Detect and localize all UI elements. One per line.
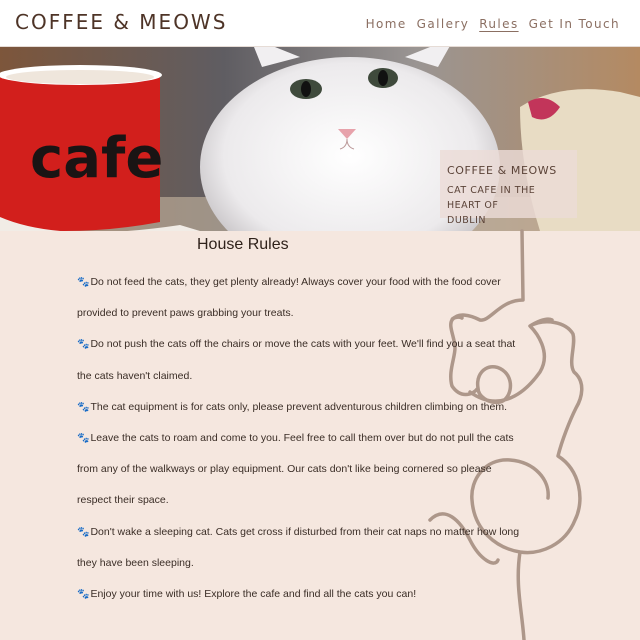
rule-item: 🐾Do not feed the cats, they get plenty a… [77, 267, 527, 329]
paw-icon: 🐾 [77, 401, 90, 413]
hero-card-title: COFFEE & MEOWS [447, 164, 557, 177]
rule-item: 🐾Do not push the cats off the chairs or … [77, 329, 527, 391]
rule-text: Do not push the cats off the chairs or m… [77, 338, 516, 382]
rules-list: 🐾Do not feed the cats, they get plenty a… [77, 267, 527, 610]
main-nav: Home Gallery Rules Get In Touch [366, 17, 620, 31]
site-header: COFFEE & MEOWS Home Gallery Rules Get In… [0, 0, 640, 47]
nav-rules[interactable]: Rules [479, 17, 518, 31]
hero-banner: cafe COFFEE & MEOWS CAT CAFE IN THE HEAR… [0, 47, 640, 231]
brand-logo[interactable]: COFFEE & MEOWS [15, 10, 227, 34]
rule-text: Leave the cats to roam and come to you. … [77, 432, 514, 507]
hero-card-subtitle-2: DUBLIN [447, 215, 486, 226]
page-title: House Rules [197, 236, 289, 253]
paw-icon: 🐾 [77, 339, 90, 351]
rule-text: Enjoy your time with us! Explore the caf… [90, 588, 417, 601]
rule-item: 🐾Enjoy your time with us! Explore the ca… [77, 579, 527, 610]
paw-icon: 🐾 [77, 277, 90, 288]
nav-gallery[interactable]: Gallery [417, 17, 470, 31]
paw-icon: 🐾 [77, 433, 90, 445]
rule-text: Do not feed the cats, they get plenty al… [77, 276, 501, 320]
mug-text: cafe [30, 126, 163, 191]
paw-icon: 🐾 [77, 526, 90, 538]
rule-text: The cat equipment is for cats only, plea… [90, 400, 507, 413]
nav-get-in-touch[interactable]: Get In Touch [529, 17, 620, 31]
rule-text: Don't wake a sleeping cat. Cats get cros… [77, 525, 520, 569]
hero-caption-card: COFFEE & MEOWS CAT CAFE IN THE HEART OF … [440, 150, 577, 226]
nav-home[interactable]: Home [366, 17, 407, 31]
rule-item: 🐾Don't wake a sleeping cat. Cats get cro… [77, 517, 527, 579]
rule-item: 🐾The cat equipment is for cats only, ple… [77, 392, 527, 423]
paw-icon: 🐾 [77, 589, 90, 601]
hero-card-subtitle-1: CAT CAFE IN THE HEART OF [447, 185, 536, 211]
rule-item: 🐾Leave the cats to roam and come to you.… [77, 423, 527, 517]
